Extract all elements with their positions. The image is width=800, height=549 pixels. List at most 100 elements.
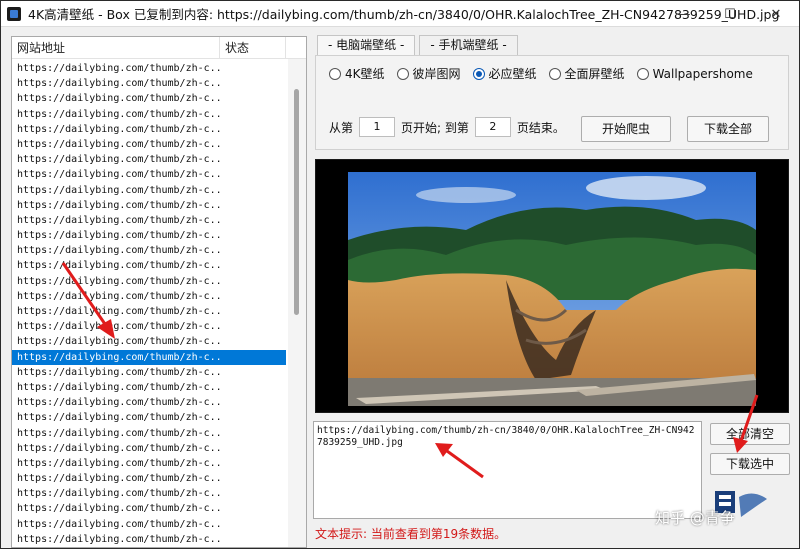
tab-mobile-wallpaper[interactable]: - 手机端壁纸 - bbox=[419, 35, 518, 55]
scrollbar-thumb[interactable] bbox=[294, 89, 299, 315]
image-preview bbox=[315, 159, 789, 413]
row-url: https://dailybing.com/thumb/zh-c... bbox=[17, 442, 220, 454]
table-row[interactable]: https://dailybing.com/thumb/zh-c... bbox=[12, 289, 286, 304]
radio-dot-icon[interactable] bbox=[329, 67, 341, 80]
clear-all-button[interactable]: 全部清空 bbox=[710, 423, 790, 445]
column-header-url[interactable]: 网站地址 bbox=[12, 37, 220, 59]
table-row[interactable]: https://dailybing.com/thumb/zh-c... bbox=[12, 152, 286, 167]
table-row[interactable]: https://dailybing.com/thumb/zh-c... bbox=[12, 198, 286, 213]
radio-dot-icon[interactable] bbox=[396, 67, 409, 80]
table-row[interactable]: https://dailybing.com/thumb/zh-c... bbox=[12, 380, 286, 395]
row-status bbox=[220, 517, 286, 532]
table-row[interactable]: https://dailybing.com/thumb/zh-c... bbox=[12, 258, 286, 273]
row-status bbox=[220, 441, 286, 456]
table-row[interactable]: https://dailybing.com/thumb/zh-c... bbox=[12, 122, 286, 137]
row-url: https://dailybing.com/thumb/zh-c... bbox=[17, 427, 220, 439]
table-row[interactable]: https://dailybing.com/thumb/zh-c... bbox=[12, 91, 286, 106]
row-url: https://dailybing.com/thumb/zh-c... bbox=[17, 245, 220, 257]
row-status bbox=[220, 456, 286, 471]
list-scrollbar[interactable] bbox=[288, 59, 306, 547]
source-radio-0[interactable]: 4K壁纸 bbox=[329, 65, 385, 82]
row-url: https://dailybing.com/thumb/zh-c... bbox=[17, 336, 220, 348]
radio-label: 4K壁纸 bbox=[345, 67, 385, 81]
table-row[interactable]: https://dailybing.com/thumb/zh-c... bbox=[12, 319, 286, 334]
table-row[interactable]: https://dailybing.com/thumb/zh-c... bbox=[12, 501, 286, 516]
row-status bbox=[220, 167, 286, 182]
url-textbox[interactable]: https://dailybing.com/thumb/zh-cn/3840/0… bbox=[313, 421, 702, 519]
minimize-button[interactable]: — bbox=[661, 1, 707, 27]
close-button[interactable]: ✕ bbox=[753, 1, 799, 27]
download-selected-button[interactable]: 下载选中 bbox=[710, 453, 790, 475]
table-row[interactable]: https://dailybing.com/thumb/zh-c... bbox=[12, 471, 286, 486]
maximize-button[interactable]: ☐ bbox=[707, 1, 753, 27]
table-row[interactable]: https://dailybing.com/thumb/zh-c... bbox=[12, 167, 286, 182]
row-url: https://dailybing.com/thumb/zh-c... bbox=[17, 518, 220, 530]
row-status bbox=[220, 349, 286, 365]
table-row[interactable]: https://dailybing.com/thumb/zh-c... bbox=[12, 228, 286, 243]
row-status bbox=[220, 380, 286, 395]
row-url: https://dailybing.com/thumb/zh-c... bbox=[17, 108, 220, 120]
source-radio-3[interactable]: 全面屏壁纸 bbox=[548, 65, 625, 82]
radio-dot-icon[interactable] bbox=[548, 67, 561, 80]
radio-dot-icon[interactable] bbox=[472, 67, 485, 80]
start-crawl-button[interactable]: 开始爬虫 bbox=[581, 116, 671, 142]
row-url: https://dailybing.com/thumb/zh-c... bbox=[17, 93, 220, 105]
url-list[interactable]: 网站地址 状态 https://dailybing.com/thumb/zh-c… bbox=[11, 36, 307, 548]
list-header: 网站地址 状态 bbox=[12, 37, 306, 59]
table-row[interactable]: https://dailybing.com/thumb/zh-c... bbox=[12, 486, 286, 501]
table-row[interactable]: https://dailybing.com/thumb/zh-c... bbox=[12, 61, 286, 76]
column-header-status[interactable]: 状态 bbox=[220, 37, 286, 59]
row-url: https://dailybing.com/thumb/zh-c... bbox=[17, 488, 220, 500]
radio-dot-icon[interactable] bbox=[636, 67, 649, 80]
row-status bbox=[220, 471, 286, 486]
table-row[interactable]: https://dailybing.com/thumb/zh-c... bbox=[12, 517, 286, 532]
radio-label: 全面屏壁纸 bbox=[564, 67, 625, 81]
table-row[interactable]: https://dailybing.com/thumb/zh-c... bbox=[12, 304, 286, 319]
table-row[interactable]: https://dailybing.com/thumb/zh-c... bbox=[12, 441, 286, 456]
source-radio-1[interactable]: 彼岸图网 bbox=[396, 65, 461, 82]
row-url: https://dailybing.com/thumb/zh-c... bbox=[17, 230, 220, 242]
download-all-button[interactable]: 下载全部 bbox=[687, 116, 769, 142]
table-row[interactable]: https://dailybing.com/thumb/zh-c... bbox=[12, 107, 286, 122]
radio-label: 彼岸图网 bbox=[412, 67, 461, 81]
row-status bbox=[220, 183, 286, 198]
row-url: https://dailybing.com/thumb/zh-c... bbox=[17, 503, 220, 515]
row-status bbox=[220, 365, 286, 380]
row-status bbox=[220, 213, 286, 228]
end-suffix-label: 页结束。 bbox=[516, 120, 565, 135]
table-row[interactable]: https://dailybing.com/thumb/zh-c... bbox=[12, 274, 286, 289]
table-row[interactable]: https://dailybing.com/thumb/zh-c... bbox=[12, 395, 286, 410]
row-status bbox=[220, 334, 286, 349]
start-page-input[interactable]: 1 bbox=[359, 117, 396, 137]
table-row[interactable]: https://dailybing.com/thumb/zh-c... bbox=[12, 426, 286, 441]
table-row[interactable]: https://dailybing.com/thumb/zh-c... bbox=[12, 456, 286, 471]
row-url: https://dailybing.com/thumb/zh-c... bbox=[17, 275, 220, 287]
table-row[interactable]: https://dailybing.com/thumb/zh-c... bbox=[12, 76, 286, 91]
table-row[interactable]: https://dailybing.com/thumb/zh-c... bbox=[12, 243, 286, 258]
table-row[interactable]: https://dailybing.com/thumb/zh-c... bbox=[12, 410, 286, 425]
tab-bar: - 电脑端壁纸 - - 手机端壁纸 - bbox=[317, 35, 522, 55]
source-radio-group: 4K壁纸 彼岸图网 必应壁纸 全面屏壁纸 Wallpapershome bbox=[329, 65, 765, 82]
table-row[interactable]: https://dailybing.com/thumb/zh-c... bbox=[12, 183, 286, 198]
row-status bbox=[220, 107, 286, 122]
table-row[interactable]: https://dailybing.com/thumb/zh-c... bbox=[12, 365, 286, 380]
end-page-input[interactable]: 2 bbox=[474, 117, 511, 137]
row-status bbox=[220, 501, 286, 516]
table-row[interactable]: https://dailybing.com/thumb/zh-c... bbox=[12, 334, 286, 349]
table-row[interactable]: https://dailybing.com/thumb/zh-c... bbox=[12, 137, 286, 152]
table-row[interactable]: https://dailybing.com/thumb/zh-c... bbox=[12, 532, 286, 547]
row-url: https://dailybing.com/thumb/zh-c... bbox=[17, 381, 220, 393]
table-row[interactable]: https://dailybing.com/thumb/zh-c... bbox=[12, 349, 286, 365]
row-url: https://dailybing.com/thumb/zh-c... bbox=[17, 184, 220, 196]
app-icon bbox=[7, 6, 21, 21]
source-radio-4[interactable]: Wallpapershome bbox=[636, 67, 753, 81]
row-url: https://dailybing.com/thumb/zh-c... bbox=[17, 260, 220, 272]
list-rows: https://dailybing.com/thumb/zh-c... https… bbox=[12, 61, 286, 547]
tab-desktop-wallpaper[interactable]: - 电脑端壁纸 - bbox=[317, 35, 416, 55]
row-status bbox=[220, 122, 286, 137]
status-hint: 文本提示: 当前查看到第19条数据。 bbox=[315, 527, 507, 541]
source-radio-2[interactable]: 必应壁纸 bbox=[472, 65, 537, 82]
row-url: https://dailybing.com/thumb/zh-c... bbox=[17, 78, 220, 90]
window-controls: — ☐ ✕ bbox=[661, 1, 799, 27]
table-row[interactable]: https://dailybing.com/thumb/zh-c... bbox=[12, 213, 286, 228]
